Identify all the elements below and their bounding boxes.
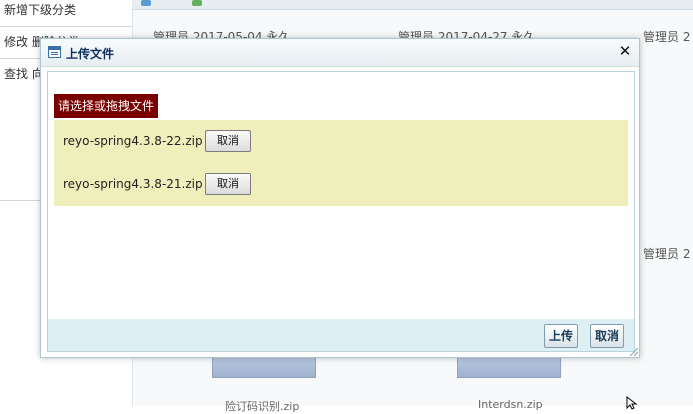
background-file-name[interactable]: Interdsn.zip xyxy=(478,398,543,411)
upload-file-name: reyo-spring4.3.8-21.zip xyxy=(63,177,203,191)
cancel-file-button[interactable]: 取消 xyxy=(205,173,251,195)
resize-handle[interactable] xyxy=(630,348,638,356)
dialog-title: 上传文件 xyxy=(66,47,115,61)
dialog-footer: 上传 取消 xyxy=(47,319,635,352)
select-or-drag-files-button[interactable]: 请选择或拖拽文件 xyxy=(54,94,159,118)
dialog-body: 请选择或拖拽文件 reyo-spring4.3.8-22.zip 取消 reyo… xyxy=(47,71,635,321)
file-row-meta: 管理员 2 xyxy=(643,30,691,44)
background-file-name[interactable]: 险订码识别.zip xyxy=(225,398,299,414)
window-icon xyxy=(48,46,61,58)
file-row-meta: 管理员 2 xyxy=(643,247,691,261)
close-icon[interactable]: ✕ xyxy=(617,43,633,59)
sidebar-divider xyxy=(0,26,132,27)
mouse-cursor-icon xyxy=(626,395,638,410)
background-toolbar xyxy=(133,0,693,10)
list-item: reyo-spring4.3.8-22.zip 取消 xyxy=(54,130,628,154)
toolbar-icon[interactable] xyxy=(141,0,151,6)
cancel-file-button[interactable]: 取消 xyxy=(205,130,251,152)
upload-button[interactable]: 上传 xyxy=(544,324,579,348)
toolbar-icon[interactable] xyxy=(192,0,202,6)
list-item: reyo-spring4.3.8-21.zip 取消 xyxy=(54,173,628,197)
dialog-title-bar[interactable]: 上传文件 ✕ xyxy=(41,39,639,67)
upload-file-name: reyo-spring4.3.8-22.zip xyxy=(63,134,203,148)
upload-dialog: 上传文件 ✕ 请选择或拖拽文件 reyo-spring4.3.8-22.zip … xyxy=(40,38,640,358)
upload-file-list: reyo-spring4.3.8-22.zip 取消 reyo-spring4.… xyxy=(54,120,628,206)
cancel-button[interactable]: 取消 xyxy=(590,324,625,348)
sidebar-item-add-subcategory[interactable]: 新增下级分类 xyxy=(4,2,130,18)
